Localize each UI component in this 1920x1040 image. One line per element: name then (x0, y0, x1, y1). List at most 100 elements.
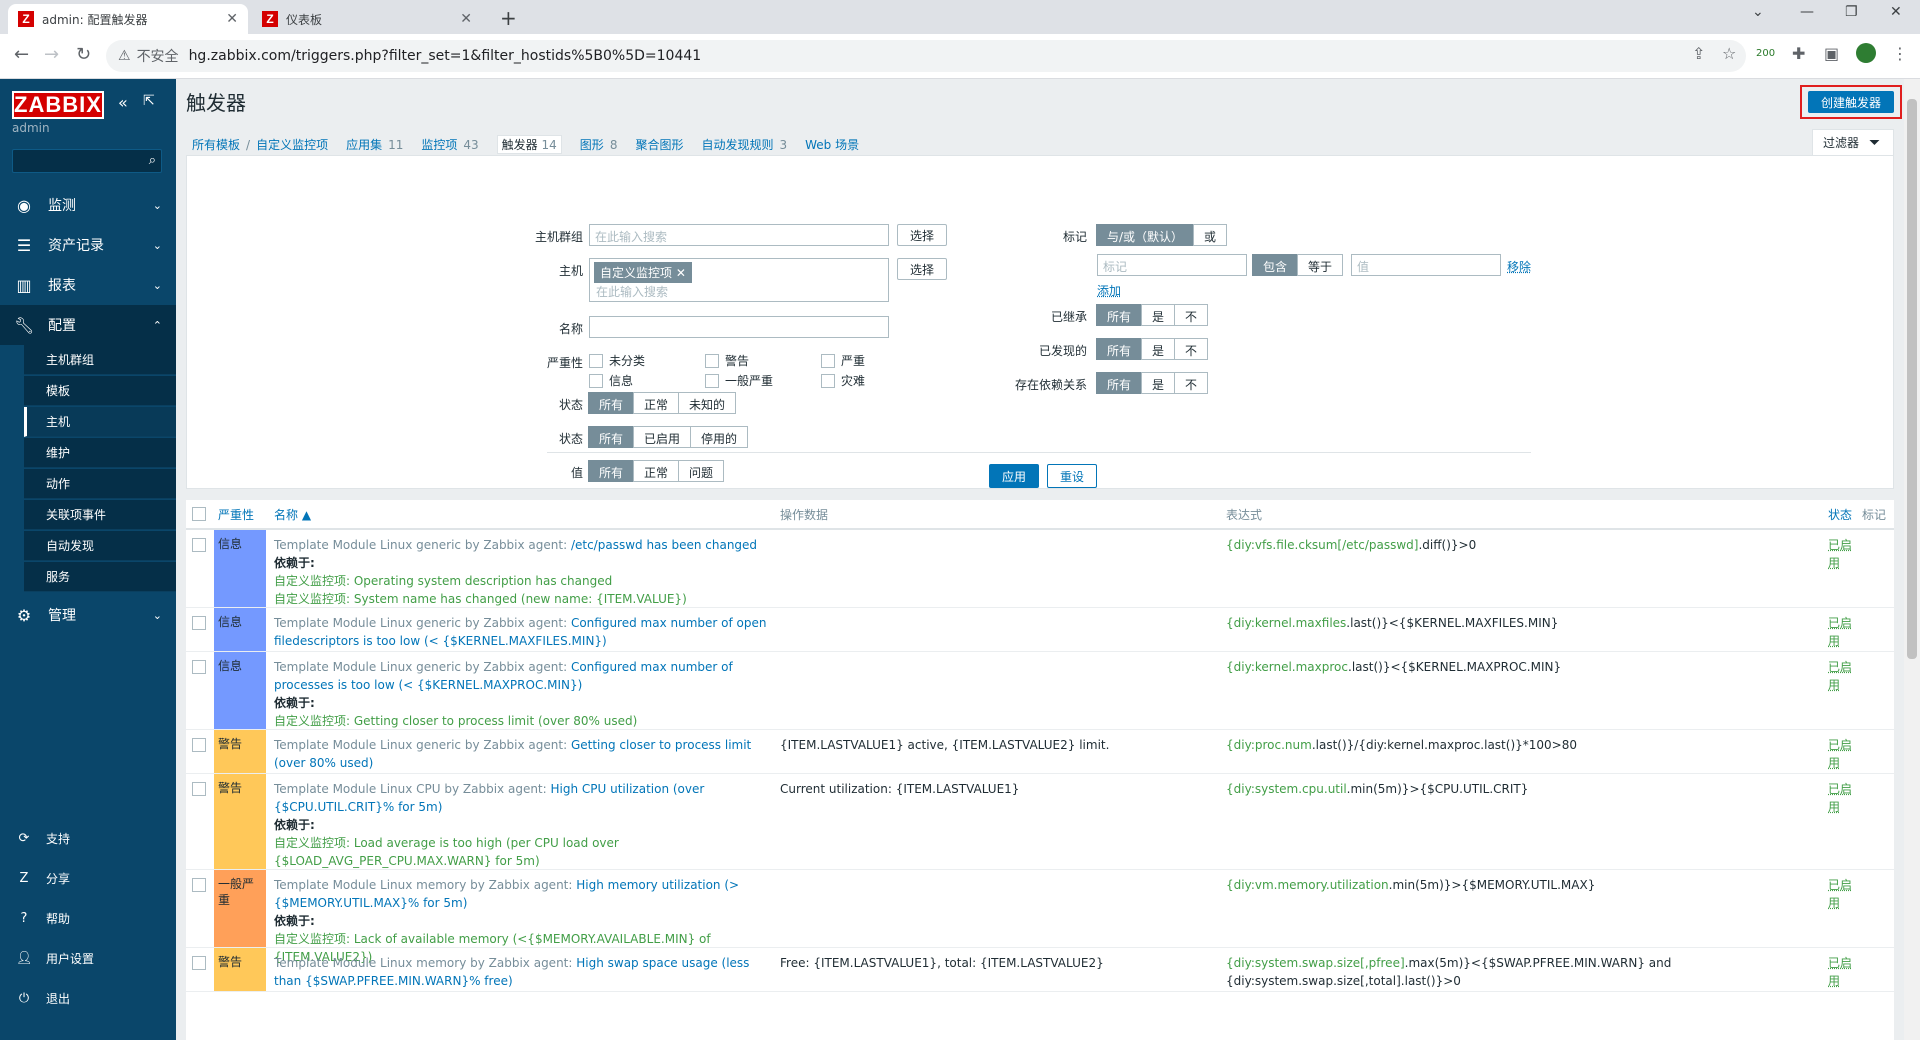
dependency-link[interactable]: 自定义监控项: System name has changed (new nam… (274, 592, 687, 606)
status-all[interactable]: 所有 (588, 426, 635, 448)
menu-administration[interactable]: ⚙ 管理 ⌄ (0, 595, 176, 635)
inherited-yes[interactable]: 是 (1141, 304, 1176, 326)
extension-badge[interactable]: 200 (1756, 48, 1775, 59)
status-toggle-link[interactable]: 已启用 (1828, 876, 1858, 912)
restore-icon[interactable]: ❐ (1845, 4, 1858, 20)
row-checkbox[interactable] (192, 616, 206, 630)
breadcrumb-items[interactable]: 监控项 (421, 136, 457, 153)
status-toggle-link[interactable]: 已启用 (1828, 658, 1858, 694)
sidebar-item-event-correlation[interactable]: 关联项事件 (24, 500, 176, 530)
status-toggle-link[interactable]: 已启用 (1828, 954, 1858, 990)
template-link[interactable]: Template Module Linux generic by Zabbix … (274, 538, 571, 552)
menu-inventory[interactable]: ☰ 资产记录 ⌄ (0, 225, 176, 265)
page-scrollbar[interactable] (1904, 79, 1920, 1040)
sidebar-item-hosts[interactable]: 主机 (24, 407, 176, 437)
status-toggle-link[interactable]: 已启用 (1828, 780, 1858, 816)
dependency-link[interactable]: 自定义监控项: Getting closer to process limit … (274, 714, 637, 728)
expression-item-link[interactable]: {diy:proc.num (1226, 738, 1312, 752)
host-group-select-button[interactable]: 选择 (897, 224, 947, 246)
status-disabled[interactable]: 停用的 (690, 426, 749, 448)
share-page-icon[interactable]: ⇪ (1692, 44, 1705, 63)
select-all-checkbox[interactable] (192, 500, 206, 528)
tag-add-link[interactable]: 添加 (1097, 282, 1121, 299)
checkbox[interactable] (705, 353, 719, 368)
side-panel-icon[interactable]: ▣ (1824, 44, 1839, 63)
breadcrumb-screens[interactable]: 聚合图形 (635, 136, 683, 153)
template-link[interactable]: Template Module Linux CPU by Zabbix agen… (274, 782, 551, 796)
discovered-yes[interactable]: 是 (1141, 338, 1176, 360)
minimize-icon[interactable]: — (1800, 4, 1814, 20)
scrollbar-thumb[interactable] (1907, 99, 1917, 659)
inherited-all[interactable]: 所有 (1096, 304, 1143, 326)
status-toggle-link[interactable]: 已启用 (1828, 614, 1858, 650)
expression-item-link[interactable]: {diy:kernel.maxfiles (1226, 616, 1346, 630)
tags-and-or[interactable]: 与/或（默认） (1096, 224, 1195, 246)
forward-icon[interactable]: → (44, 44, 59, 65)
new-tab-icon[interactable]: + (500, 6, 517, 30)
column-name[interactable]: 名称 ▲ (274, 500, 311, 528)
expression-item-link[interactable]: {diy:vfs.file.cksum[/etc/passwd] (1226, 538, 1418, 552)
create-trigger-button[interactable]: 创建触发器 (1808, 91, 1894, 113)
state-unknown[interactable]: 未知的 (678, 392, 737, 414)
back-icon[interactable]: ← (14, 44, 29, 65)
profile-avatar-icon[interactable] (1856, 43, 1876, 63)
breadcrumb-discovery[interactable]: 自动发现规则 (701, 136, 773, 153)
dependencies-yes[interactable]: 是 (1141, 372, 1176, 394)
severity-high[interactable]: 严重 (821, 352, 865, 369)
checkbox[interactable] (589, 373, 603, 388)
breadcrumb-web[interactable]: Web 场景 (805, 136, 859, 153)
sidebar-share[interactable]: Z 分享 (0, 863, 176, 893)
zabbix-logo[interactable]: ZABBIX (12, 91, 104, 119)
severity-information[interactable]: 信息 (589, 372, 633, 389)
sidebar-logout[interactable]: ⏻ 退出 (0, 983, 176, 1013)
address-bar[interactable]: ⚠ 不安全 hg.zabbix.com/triggers.php?filter_… (106, 40, 1746, 72)
template-link[interactable]: Template Module Linux generic by Zabbix … (274, 616, 571, 630)
row-checkbox[interactable] (192, 660, 206, 674)
sidebar-item-host-groups[interactable]: 主机群组 (24, 345, 176, 375)
expression-item-link[interactable]: {diy:system.swap.size[,pfree] (1226, 956, 1405, 970)
template-link[interactable]: Template Module Linux generic by Zabbix … (274, 660, 571, 674)
menu-monitoring[interactable]: ◉ 监测 ⌄ (0, 185, 176, 225)
kiosk-mode-icon[interactable]: ⇱ (143, 93, 155, 109)
expression-item-link[interactable]: {diy:system.cpu.util (1226, 782, 1347, 796)
bookmark-star-icon[interactable]: ☆ (1722, 44, 1736, 63)
menu-configuration[interactable]: 🔧︎ 配置 ⌃ (0, 305, 176, 345)
status-toggle-link[interactable]: 已启用 (1828, 736, 1858, 772)
column-status[interactable]: 状态 (1828, 500, 1852, 528)
severity-not-classified[interactable]: 未分类 (589, 352, 645, 369)
column-severity[interactable]: 严重性 (218, 500, 254, 528)
dependency-link[interactable]: 自定义监控项: Load average is too high (per CP… (274, 836, 619, 868)
host-select-button[interactable]: 选择 (897, 258, 947, 280)
menu-reports[interactable]: ▥ 报表 ⌄ (0, 265, 176, 305)
close-window-icon[interactable]: ✕ (1890, 4, 1902, 20)
template-link[interactable]: Template Module Linux generic by Zabbix … (274, 738, 571, 752)
apply-button[interactable]: 应用 (989, 464, 1039, 488)
sidebar-item-actions[interactable]: 动作 (24, 469, 176, 499)
breadcrumb-all-templates[interactable]: 所有模板 (192, 136, 240, 153)
sidebar-item-maintenance[interactable]: 维护 (24, 438, 176, 468)
sidebar-item-discovery[interactable]: 自动发现 (24, 531, 176, 561)
tags-or[interactable]: 或 (1193, 224, 1228, 246)
severity-average[interactable]: 一般严重 (705, 372, 773, 389)
row-checkbox[interactable] (192, 878, 206, 892)
extensions-puzzle-icon[interactable]: ✚ (1792, 44, 1805, 63)
filter-tab[interactable]: 过滤器 ⏷ (1812, 129, 1894, 155)
close-tab-icon[interactable]: ✕ (226, 11, 238, 27)
discovered-all[interactable]: 所有 (1096, 338, 1143, 360)
breadcrumb-graphs[interactable]: 图形 (580, 136, 604, 153)
sidebar-item-templates[interactable]: 模板 (24, 376, 176, 406)
dependency-link[interactable]: 自定义监控项: Operating system description has… (274, 574, 612, 588)
url-text[interactable]: hg.zabbix.com/triggers.php?filter_set=1&… (189, 48, 702, 64)
row-checkbox[interactable] (192, 538, 206, 552)
sidebar-search-input[interactable]: ⌕ (12, 149, 162, 173)
sidebar-support[interactable]: ⟳ 支持 (0, 823, 176, 853)
browser-tab[interactable]: Z 仪表板 ✕ (252, 4, 482, 34)
remove-chip-icon[interactable]: ✕ (676, 266, 686, 280)
tag-remove-link[interactable]: 移除 (1507, 258, 1531, 275)
status-enabled[interactable]: 已启用 (633, 426, 692, 448)
row-checkbox[interactable] (192, 956, 206, 970)
template-link[interactable]: Template Module Linux memory by Zabbix a… (274, 956, 576, 970)
inherited-no[interactable]: 不 (1174, 304, 1209, 326)
collapse-sidebar-icon[interactable]: « (118, 93, 128, 112)
close-tab-icon[interactable]: ✕ (460, 11, 472, 27)
